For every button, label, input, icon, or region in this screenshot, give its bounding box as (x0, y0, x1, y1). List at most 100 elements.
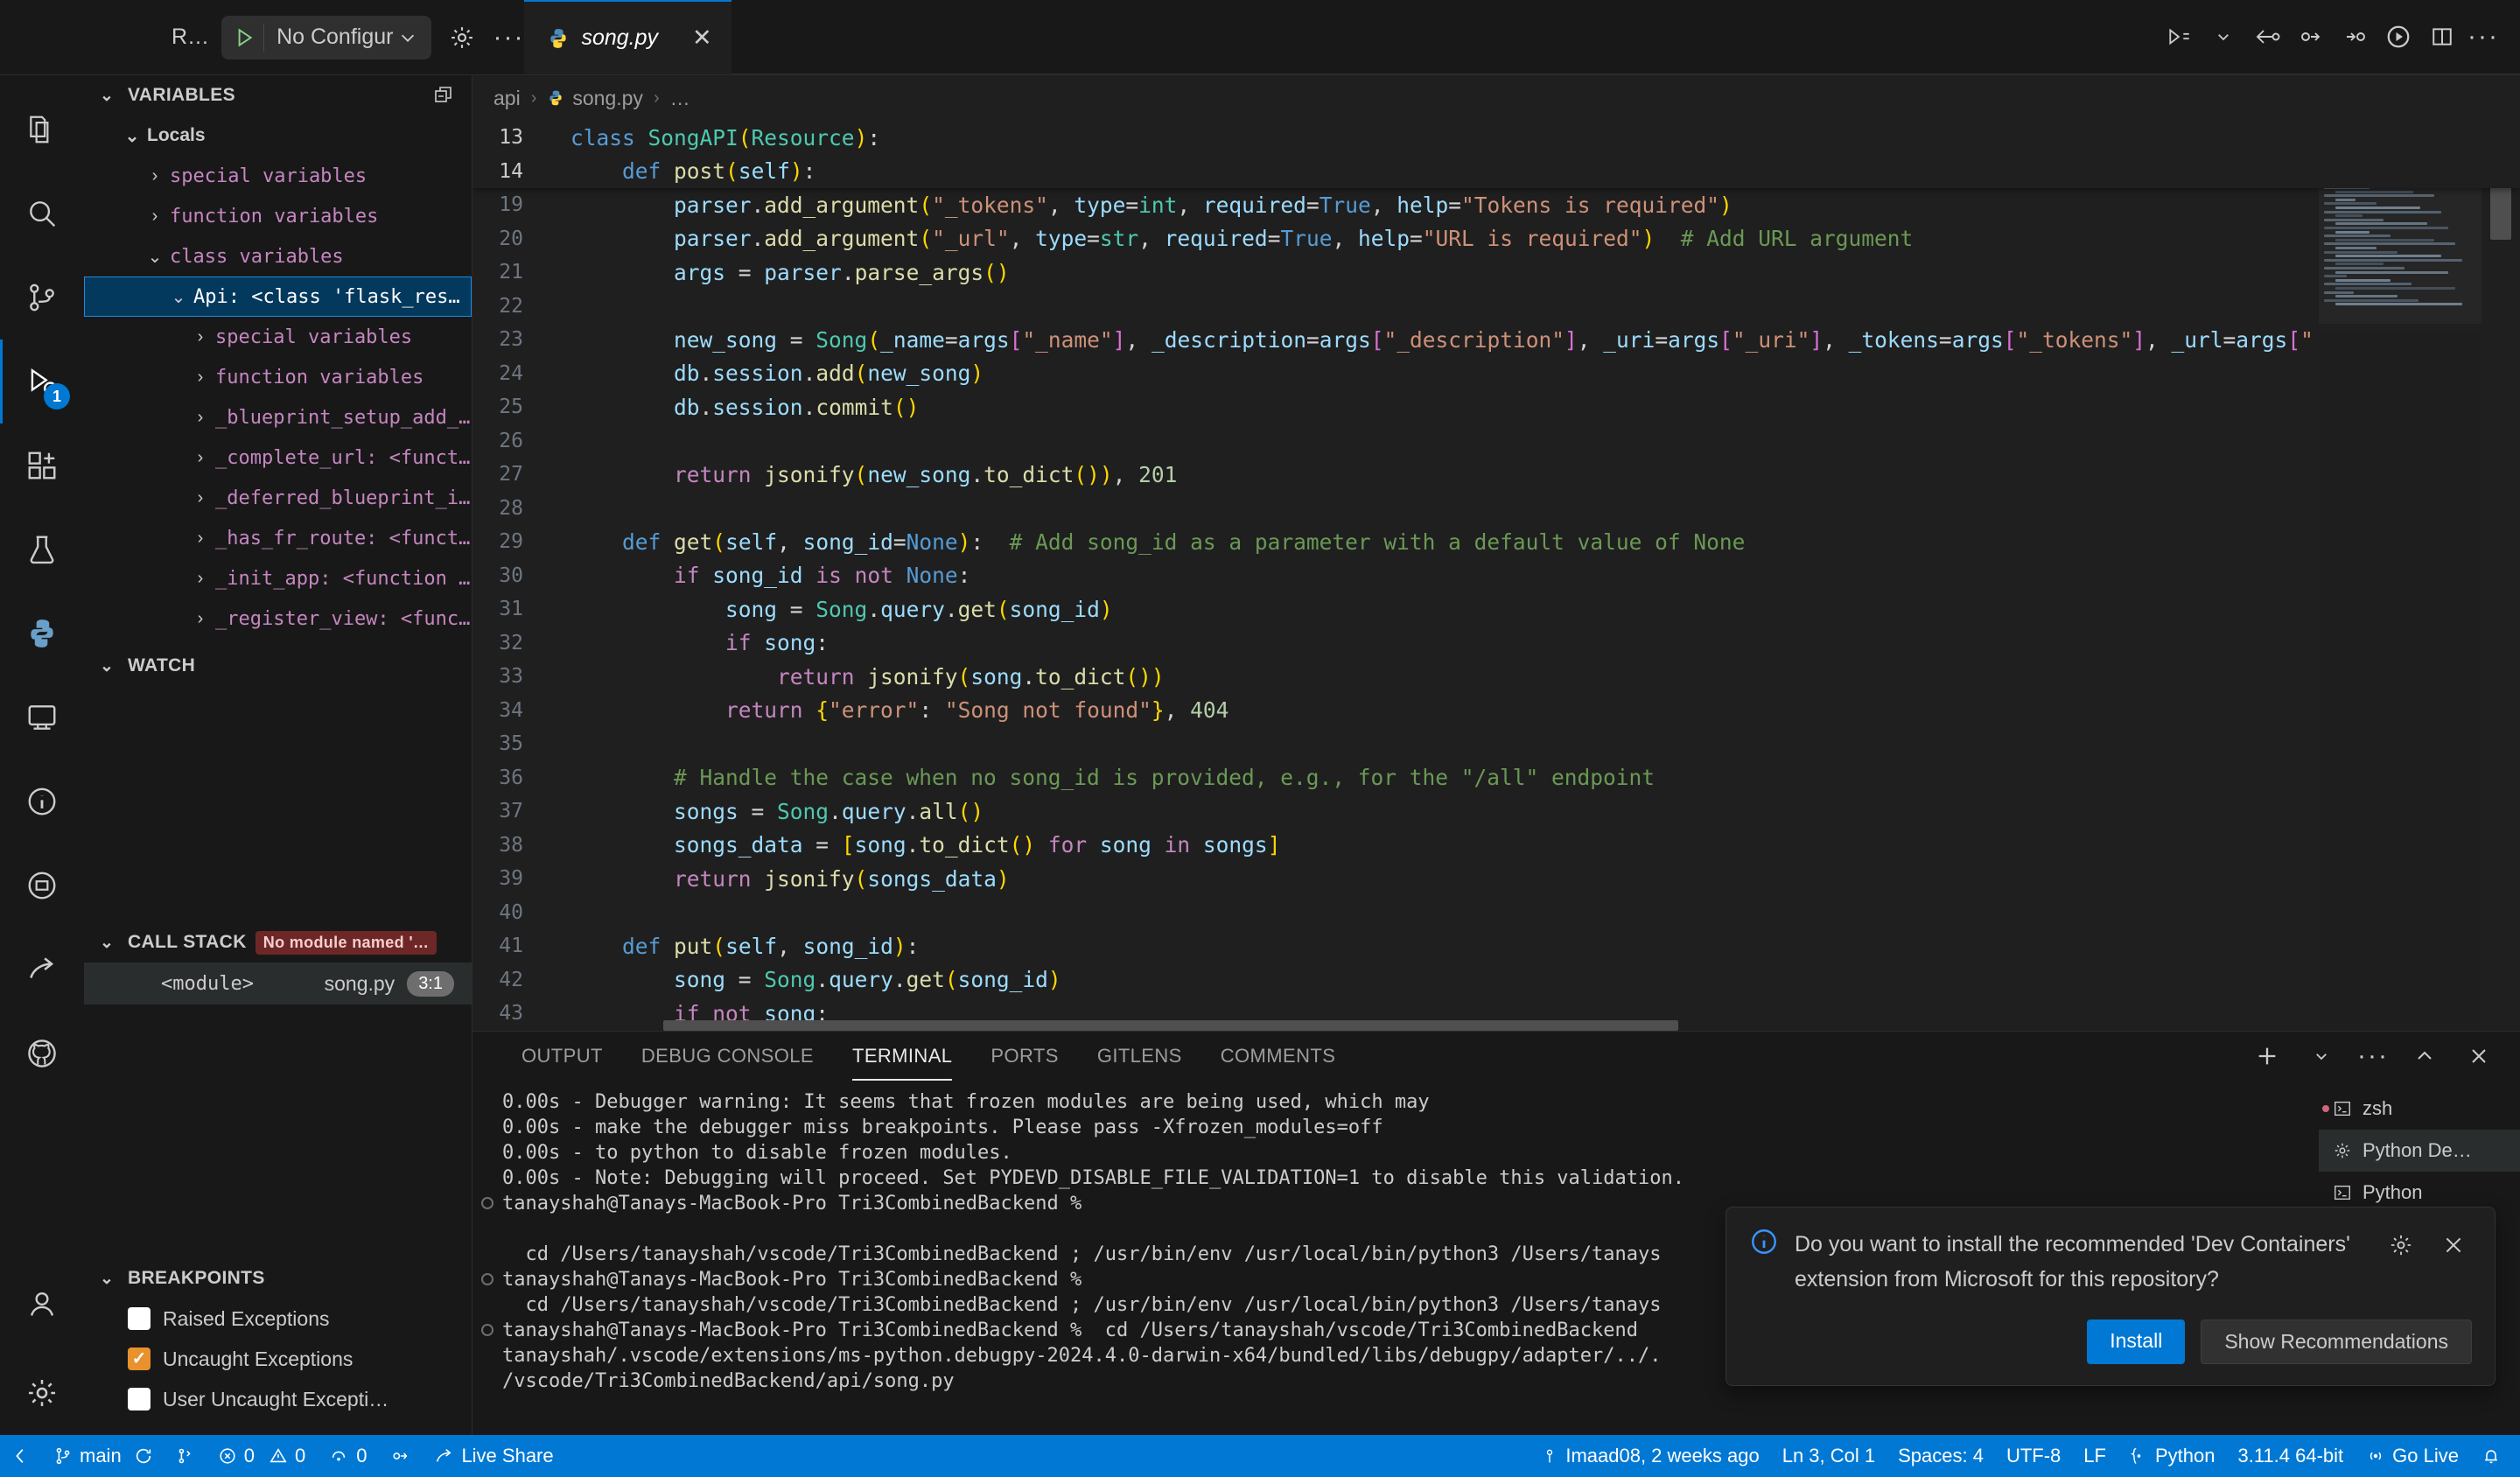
gear-icon[interactable] (2383, 1227, 2419, 1264)
language-mode[interactable]: Python (2118, 1435, 2227, 1477)
notification-toast[interactable]: Do you want to install the recommended '… (1726, 1207, 2496, 1386)
variable-row[interactable]: › _has_fr_route: <functio… (84, 518, 472, 558)
minimap[interactable] (2319, 121, 2482, 1031)
code-line[interactable]: 25 db.session.commit() (472, 390, 2520, 424)
breakpoint-checkbox[interactable] (128, 1307, 150, 1330)
activity-info[interactable] (0, 760, 84, 844)
new-terminal-icon[interactable] (2249, 1038, 2286, 1074)
callstack-section-header[interactable]: ⌄ CALL STACK No module named '… (84, 922, 472, 962)
activity-explorer[interactable] (0, 88, 84, 172)
collapse-all-icon[interactable] (433, 85, 454, 106)
activity-run-and-debug[interactable]: 1 (0, 340, 84, 424)
debug-console-indicator[interactable] (378, 1435, 422, 1477)
activity-settings[interactable] (0, 1351, 84, 1435)
code-line[interactable]: 31 song = Song.query.get(song_id) (472, 592, 2520, 626)
breakpoint-row[interactable]: Raised Exceptions (84, 1298, 472, 1339)
gear-icon[interactable] (444, 19, 480, 56)
activity-docker[interactable] (0, 844, 84, 928)
code-line[interactable]: 36 # Handle the case when no song_id is … (472, 761, 2520, 795)
code-line[interactable]: 21 args = parser.parse_args() (472, 256, 2520, 290)
breadcrumb-api[interactable]: api (494, 87, 521, 110)
chevron-down-small-icon[interactable] (2205, 18, 2242, 55)
code-lines[interactable]: 19 parser.add_argument("_tokens", type=i… (472, 188, 2520, 1031)
code-line[interactable]: 39 return jsonify(songs_data) (472, 862, 2520, 896)
run-and-debug-icon[interactable] (2380, 18, 2417, 55)
indentation-setting[interactable]: Spaces: 4 (1886, 1435, 1995, 1477)
breakpoint-row[interactable]: ✓ Uncaught Exceptions (84, 1339, 472, 1379)
editor-more-actions-icon[interactable]: ··· (2468, 22, 2499, 52)
close-icon[interactable]: ✕ (692, 24, 712, 52)
activity-search[interactable] (0, 172, 84, 256)
variable-row[interactable]: › special variables (84, 317, 472, 357)
activity-testing[interactable] (0, 508, 84, 592)
editor-vertical-scrollbar[interactable] (2482, 121, 2520, 1031)
code-line[interactable]: 33 return jsonify(song.to_dict()) (472, 660, 2520, 694)
variable-row[interactable]: ›_blueprint_setup_add_url_ (84, 397, 472, 438)
variable-row[interactable]: › _register_view: <functi… (84, 598, 472, 639)
code-line[interactable]: 23 new_song = Song(_name=args["_name"], … (472, 323, 2520, 357)
code-line[interactable]: 29 def get(self, song_id=None): # Add so… (472, 525, 2520, 559)
breadcrumb-symbol[interactable]: … (670, 87, 690, 110)
breadcrumb-file[interactable]: song.py (547, 87, 643, 110)
panel-tab-gitlens[interactable]: GITLENS (1078, 1032, 1201, 1081)
activity-source-control[interactable] (0, 256, 84, 340)
cursor-position[interactable]: Ln 3, Col 1 (1771, 1435, 1886, 1477)
panel-tab-terminal[interactable]: TERMINAL (833, 1032, 971, 1081)
debug-restart-icon[interactable] (2249, 18, 2286, 55)
start-debugging-icon[interactable] (225, 26, 263, 49)
breadcrumb[interactable]: api › song.py › … (472, 75, 2520, 121)
problems-indicator[interactable]: 0 0 (206, 1435, 318, 1477)
panel-tabs[interactable]: OUTPUT DEBUG CONSOLE TERMINAL PORTS GITLENS C… (472, 1032, 2520, 1081)
chevron-right-icon[interactable]: › (186, 408, 215, 428)
activity-python[interactable] (0, 592, 84, 676)
breakpoints-section-header[interactable]: ⌄ BREAKPOINTS (84, 1258, 472, 1298)
code-line[interactable]: 32 if song: (472, 626, 2520, 661)
activity-remote-explorer[interactable] (0, 676, 84, 760)
code-line[interactable]: 14 def post(self): (472, 155, 2520, 189)
variables-section-header[interactable]: ⌄ VARIABLES (84, 75, 472, 116)
panel-tab-comments[interactable]: COMMENTS (1201, 1032, 1355, 1081)
debug-step-back-icon[interactable] (2292, 18, 2329, 55)
code-line[interactable]: 19 parser.add_argument("_tokens", type=i… (472, 188, 2520, 222)
code-line[interactable]: 13 class SongAPI(Resource): (472, 121, 2520, 155)
editor-horizontal-scrollbar[interactable] (541, 1020, 2319, 1031)
watch-list[interactable] (84, 686, 472, 922)
code-line[interactable]: 41 def put(self, song_id): (472, 929, 2520, 963)
breakpoint-checkbox[interactable]: ✓ (128, 1348, 150, 1370)
chevron-right-icon[interactable]: › (186, 448, 215, 468)
chevron-down-icon[interactable]: ⌄ (164, 286, 193, 308)
code-line[interactable]: 37 songs = Song.query.all() (472, 794, 2520, 829)
publish-branch-icon[interactable] (164, 1435, 206, 1477)
code-line[interactable]: 27 return jsonify(new_song.to_dict()), 2… (472, 458, 2520, 492)
code-line[interactable]: 42 song = Song.query.get(song_id) (472, 963, 2520, 998)
run-configuration-pill[interactable]: No Configur (221, 15, 432, 60)
chevron-right-icon[interactable]: › (186, 327, 215, 347)
activity-extensions[interactable] (0, 424, 84, 508)
chevron-right-icon[interactable]: › (186, 569, 215, 589)
chevron-down-icon[interactable]: ⌄ (140, 246, 170, 268)
tab-song-py[interactable]: song.py ✕ (524, 0, 732, 74)
activity-live-share[interactable] (0, 928, 84, 1012)
code-line[interactable]: 35 (472, 727, 2520, 761)
git-blame-indicator[interactable]: Imaad08, 2 weeks ago (1530, 1435, 1770, 1477)
variable-row[interactable]: ⌄ Api: <class 'flask_restf… (84, 276, 472, 317)
code-line[interactable]: 20 parser.add_argument("_url", type=str,… (472, 222, 2520, 256)
activity-github[interactable] (0, 1012, 84, 1096)
variable-row[interactable]: ›_deferred_blueprint_init: (84, 478, 472, 518)
callstack-row[interactable]: <module> song.py 3:1 (84, 962, 472, 1004)
variable-row[interactable]: › function variables (84, 196, 472, 236)
variable-row[interactable]: › _complete_url: <functio… (84, 438, 472, 478)
chevron-right-icon[interactable]: › (140, 166, 170, 186)
source-control-branch[interactable]: main (42, 1435, 164, 1477)
ports-indicator[interactable]: 0 (317, 1435, 378, 1477)
panel-tab-output[interactable]: OUTPUT (502, 1032, 622, 1081)
variable-row[interactable]: › special variables (84, 156, 472, 196)
panel-tab-ports[interactable]: PORTS (971, 1032, 1077, 1081)
remote-window-indicator[interactable] (0, 1435, 42, 1477)
code-line[interactable]: 28 (472, 492, 2520, 526)
chevron-right-icon[interactable]: › (186, 528, 215, 549)
eol-setting[interactable]: LF (2072, 1435, 2118, 1477)
close-panel-icon[interactable] (2460, 1038, 2497, 1074)
activity-accounts[interactable] (0, 1267, 84, 1351)
terminal-instance[interactable]: zsh (2319, 1088, 2520, 1130)
